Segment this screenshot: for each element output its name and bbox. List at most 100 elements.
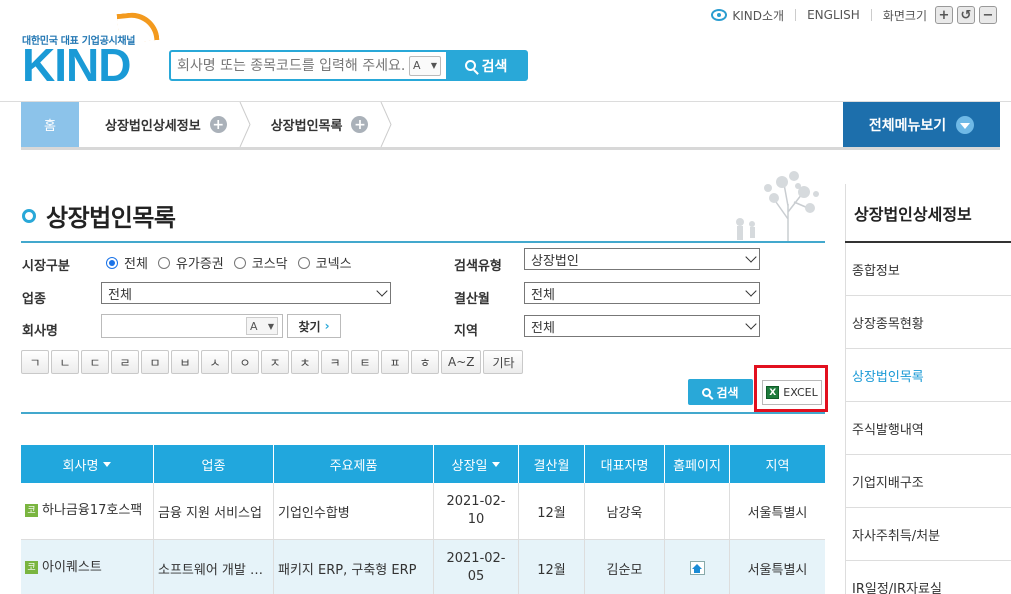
find-button[interactable]: 찾기 › — [287, 314, 341, 338]
table-row: 코 아이퀘스트 소프트웨어 개발 및 공급업 패키지 ERP, 구축형 ERP 2… — [21, 540, 825, 594]
region-select[interactable]: 전체 — [524, 315, 760, 337]
nav-shadow — [21, 147, 1000, 150]
header-product: 주요제품 — [274, 445, 434, 483]
cell-product: 기업인수합병 — [274, 483, 434, 539]
sidebar-item[interactable]: 상장법인목록 — [845, 349, 1011, 402]
kind-intro-link[interactable]: KIND소개 — [711, 7, 784, 24]
excel-highlight-box: X EXCEL — [754, 365, 828, 412]
table-row: 코 하나금융17호스팩 금융 지원 서비스업 기업인수합병 2021-02- 10… — [21, 483, 825, 540]
breadcrumb-home[interactable]: 홈 — [21, 102, 79, 147]
plus-icon[interactable]: + — [209, 116, 227, 133]
table-header: 회사명 업종 주요제품 상장일 결산월 대표자명 홈페이지 지역 — [21, 445, 825, 483]
industry-value: 전체 — [108, 287, 132, 303]
search-autocomplete-toggle[interactable]: A ▼ — [409, 55, 441, 76]
initial-filter-button[interactable]: ㄷ — [81, 350, 109, 374]
initial-filter-button[interactable]: ㅅ — [201, 350, 229, 374]
header-listed-date[interactable]: 상장일 — [434, 445, 519, 483]
sidebar-item[interactable]: IR일정/IR자료실 — [845, 561, 1011, 594]
zoom-reset-button[interactable]: ↺ — [957, 6, 975, 24]
cell-settle: 12월 — [519, 483, 585, 539]
search-bar: A ▼ 검색 — [169, 50, 528, 81]
home-icon[interactable] — [689, 561, 705, 575]
market-radio-3[interactable]: 코넥스 — [297, 253, 352, 272]
initial-filter-button[interactable]: ㅍ — [381, 350, 409, 374]
breadcrumb-listed-list[interactable]: 상장법인목록 + — [245, 102, 393, 147]
region-text: 서울특별시 — [747, 505, 808, 521]
excel-download-button[interactable]: X EXCEL — [762, 380, 822, 405]
tree-illustration-icon — [736, 171, 819, 242]
initial-filter-button[interactable]: ㅁ — [141, 350, 169, 374]
list-search-button[interactable]: 검색 — [688, 379, 753, 405]
initial-filter-button[interactable]: ㅋ — [321, 350, 349, 374]
initial-filter-button[interactable]: A~Z — [441, 350, 482, 374]
company-autocomplete-toggle[interactable]: A ▼ — [246, 317, 278, 335]
search-button-label: 검색 — [481, 58, 508, 75]
header-ceo: 대표자명 — [585, 445, 665, 483]
initial-filter-button[interactable]: ㅂ — [171, 350, 199, 374]
autocomplete-label: A — [250, 319, 258, 333]
ceo-text: 남강욱 — [606, 505, 643, 521]
initial-filter-button[interactable]: ㅌ — [351, 350, 379, 374]
sidebar-item[interactable]: 기업지배구조 — [845, 455, 1011, 508]
cell-company[interactable]: 코 하나금융17호스팩 — [21, 483, 154, 539]
initial-filter-button[interactable]: ㅎ — [411, 350, 439, 374]
header-industry: 업종 — [154, 445, 274, 483]
initial-filter-button[interactable]: ㄱ — [21, 350, 49, 374]
header-region: 지역 — [730, 445, 825, 483]
sidebar: 상장법인상세정보 종합정보 상장종목현황 상장법인목록 주식발행내역 기업지배구조 자사주… — [845, 184, 1011, 594]
initial-filter-button[interactable]: ㅈ — [261, 350, 289, 374]
sidebar-item[interactable]: 자사주취득/처분 — [845, 508, 1011, 561]
search-icon — [464, 60, 476, 71]
zoom-out-button[interactable]: − — [979, 6, 997, 24]
header-label: 업종 — [201, 458, 226, 474]
breadcrumb-listed-detail[interactable]: 상장법인상세정보 + — [79, 102, 251, 147]
kind-intro-label: KIND소개 — [732, 8, 785, 23]
page-title: 상장법인목록 — [22, 198, 176, 233]
industry-text: 소프트웨어 개발 및 공급업 — [158, 562, 269, 578]
all-menu-button[interactable]: 전체메뉴보기 — [843, 102, 1000, 147]
product-text: 패키지 ERP, 구축형 ERP — [278, 562, 417, 578]
sidebar-item[interactable]: 주식발행내역 — [845, 402, 1011, 455]
header-label: 결산월 — [533, 458, 570, 474]
initial-filter-button[interactable]: ㅇ — [231, 350, 259, 374]
industry-label: 업종 — [22, 292, 46, 307]
search-input[interactable] — [171, 52, 409, 79]
cell-company[interactable]: 코 아이퀘스트 — [21, 540, 154, 594]
plus-icon[interactable]: + — [351, 116, 369, 133]
find-button-label: 찾기 — [298, 319, 321, 334]
excel-label: EXCEL — [783, 386, 818, 399]
sort-down-icon — [103, 462, 112, 467]
header-company[interactable]: 회사명 — [21, 445, 154, 483]
settle-month-select[interactable]: 전체 — [524, 282, 760, 304]
sidebar-item[interactable]: 종합정보 — [845, 243, 1011, 296]
company-input[interactable]: A ▼ — [101, 314, 283, 338]
initial-filter-button[interactable]: 기타 — [483, 350, 524, 374]
sidebar-list: 종합정보 상장종목현황 상장법인목록 주식발행내역 기업지배구조 자사주취득/처분 IR일정… — [845, 243, 1011, 594]
cell-ceo: 남강욱 — [585, 483, 665, 539]
listed-date-part: 05 — [467, 569, 485, 584]
settle-value: 전체 — [531, 287, 555, 303]
initial-filter-button[interactable]: ㄹ — [111, 350, 139, 374]
settle-label: 결산월 — [454, 292, 490, 307]
market-radio-0[interactable]: 전체 — [106, 253, 148, 272]
market-radio-2[interactable]: 코스닥 — [233, 253, 288, 272]
sidebar-item[interactable]: 상장종목현황 — [845, 296, 1011, 349]
kind-logo[interactable]: 대한민국 대표 기업공시채널 KIND — [22, 9, 162, 88]
zoom-in-button[interactable]: + — [935, 6, 953, 24]
industry-text: 금융 지원 서비스업 — [158, 505, 262, 521]
header-settle: 결산월 — [519, 445, 585, 483]
initial-filter-button[interactable]: ㅊ — [291, 350, 319, 374]
radio-circle-icon — [157, 256, 170, 269]
all-menu-label: 전체메뉴보기 — [868, 117, 947, 134]
english-link[interactable]: ENGLISH — [807, 8, 860, 22]
autocomplete-label: A — [413, 59, 421, 72]
industry-select[interactable]: 전체 — [101, 282, 391, 304]
search-button[interactable]: 검색 — [446, 52, 526, 79]
divider — [870, 9, 872, 21]
header-label: 회사명 — [62, 458, 99, 474]
search-type-select[interactable]: 상장법인 — [524, 248, 760, 270]
radio-label: 코스닥 — [251, 257, 288, 272]
initial-filter-button[interactable]: ㄴ — [51, 350, 79, 374]
market-radio-1[interactable]: 유가증권 — [157, 253, 224, 272]
chevron-down-icon — [745, 251, 757, 263]
